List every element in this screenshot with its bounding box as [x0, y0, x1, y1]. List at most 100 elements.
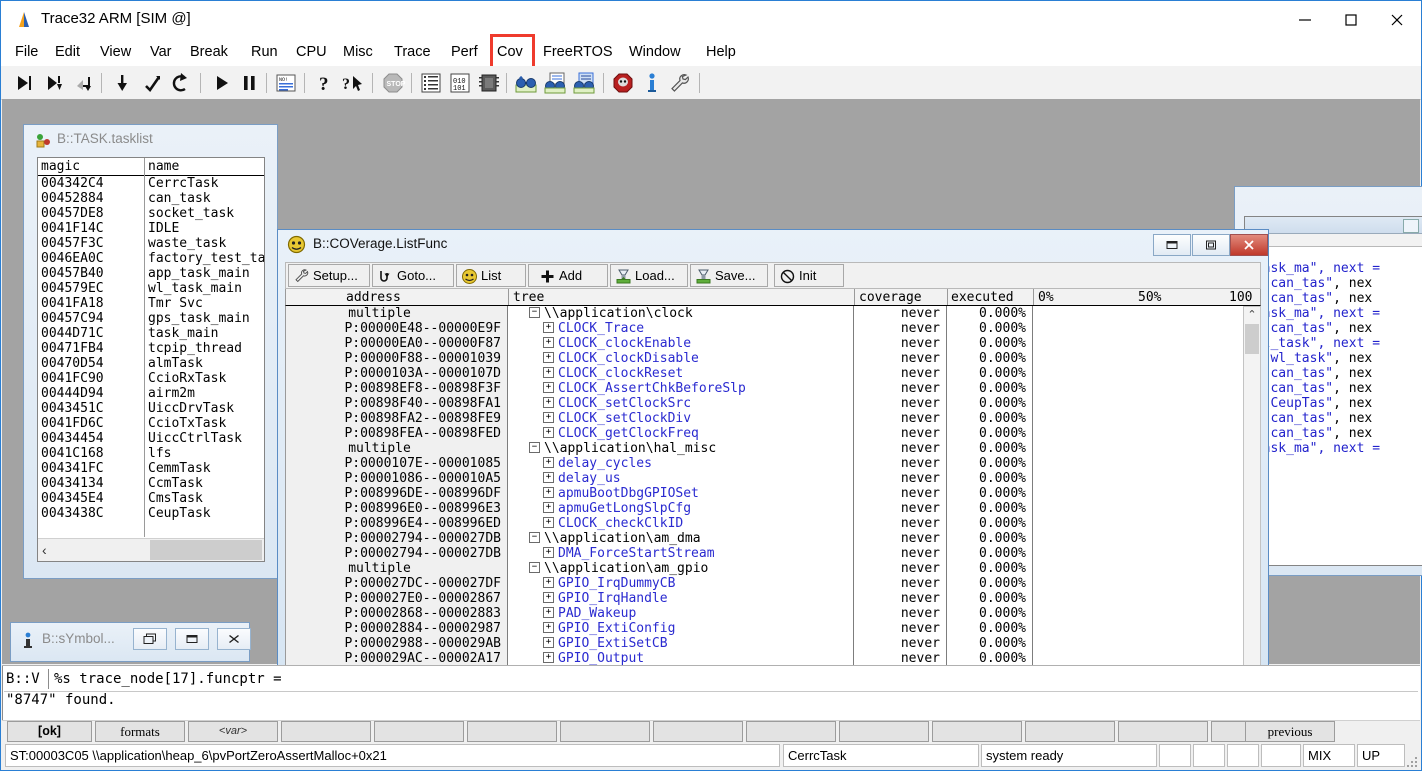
menu-trace[interactable]: Trace: [387, 39, 438, 66]
tree-row[interactable]: + GPIO_ExtiConfig: [509, 621, 853, 636]
menu-perf[interactable]: Perf: [444, 39, 485, 66]
expand-expander-icon[interactable]: +: [543, 322, 554, 333]
tree-row[interactable]: + CLOCK_getClockFreq: [509, 426, 853, 441]
break-icon[interactable]: [610, 70, 636, 96]
fnkey-4[interactable]: [281, 721, 371, 742]
tree-row[interactable]: − \\application\clock: [509, 306, 853, 321]
table-row[interactable]: 0044D71C task_main: [38, 326, 264, 341]
table-row[interactable]: 00452884 can_task: [38, 191, 264, 206]
tree-row[interactable]: + DMA_ForceStartStream: [509, 546, 853, 561]
coverage-restore-button[interactable]: [1192, 234, 1230, 256]
table-row[interactable]: 00457F3C waste_task: [38, 236, 264, 251]
tree-row[interactable]: + delay_cycles: [509, 456, 853, 471]
collapse-expander-icon[interactable]: −: [529, 442, 540, 453]
tasklist-horizontal-scrollbar[interactable]: ‹: [38, 538, 264, 561]
fnkey-9[interactable]: [746, 721, 836, 742]
table-row[interactable]: 00470D54 almTask: [38, 356, 264, 371]
menu-misc[interactable]: Misc: [336, 39, 380, 66]
collapse-expander-icon[interactable]: −: [529, 532, 540, 543]
expand-expander-icon[interactable]: +: [543, 352, 554, 363]
tree-row[interactable]: + delay_us: [509, 471, 853, 486]
table-row[interactable]: 00444D94 airm2m: [38, 386, 264, 401]
tree-row[interactable]: + GPIO_IrqHandle: [509, 591, 853, 606]
tree-row[interactable]: + CLOCK_setClockSrc: [509, 396, 853, 411]
tree-row[interactable]: + PAD_Wakeup: [509, 606, 853, 621]
expand-expander-icon[interactable]: +: [543, 547, 554, 558]
column-header-coverage[interactable]: coverage: [859, 290, 922, 305]
init-button[interactable]: Init: [774, 264, 844, 287]
fnkey-ok[interactable]: [ok]: [7, 721, 92, 742]
scroll-left-icon[interactable]: ‹: [42, 542, 47, 558]
fnkey-7[interactable]: [560, 721, 650, 742]
step-down-icon[interactable]: [109, 70, 135, 96]
scrollbar-thumb[interactable]: [150, 540, 262, 560]
expand-expander-icon[interactable]: +: [543, 412, 554, 423]
symbol-restore-button[interactable]: [133, 628, 167, 650]
fnkey-10[interactable]: [839, 721, 929, 742]
list-source-icon[interactable]: NO!: [273, 70, 299, 96]
coverage-listfunc-window[interactable]: B::COVerage.ListFunc Setup... Goto... Li…: [277, 229, 1269, 714]
expand-expander-icon[interactable]: +: [543, 637, 554, 648]
settings-wrench-icon[interactable]: [667, 70, 693, 96]
fnkey-var[interactable]: <var>: [188, 721, 278, 742]
step-return-icon[interactable]: [139, 70, 165, 96]
symbol-minimize-button[interactable]: [175, 628, 209, 650]
window-resize-grip-icon[interactable]: [1407, 756, 1418, 767]
run-icon[interactable]: [208, 70, 234, 96]
table-row[interactable]: 0041FC90 CcioRxTask: [38, 371, 264, 386]
list-registers-icon[interactable]: [418, 70, 444, 96]
menu-cov[interactable]: Cov: [490, 39, 530, 66]
collapse-expander-icon[interactable]: −: [529, 562, 540, 573]
expand-expander-icon[interactable]: +: [543, 427, 554, 438]
column-header-executed[interactable]: executed: [951, 290, 1014, 305]
goto-button[interactable]: Goto...: [372, 264, 454, 287]
cpu-chip-icon[interactable]: [476, 70, 502, 96]
tree-row[interactable]: + apmuGetLongSlpCfg: [509, 501, 853, 516]
tree-row[interactable]: − \\application\hal_misc: [509, 441, 853, 456]
table-row[interactable]: 0041FD6C CcioTxTask: [38, 416, 264, 431]
expand-expander-icon[interactable]: +: [543, 487, 554, 498]
maximize-button[interactable]: [1328, 1, 1374, 39]
menu-run[interactable]: Run: [244, 39, 285, 66]
symbol-close-button[interactable]: [217, 628, 251, 650]
fnkey-13[interactable]: [1118, 721, 1208, 742]
menu-help[interactable]: Help: [699, 39, 743, 66]
tree-row[interactable]: + CLOCK_clockReset: [509, 366, 853, 381]
table-row[interactable]: 00457C94 gps_task_main: [38, 311, 264, 326]
menu-file[interactable]: File: [8, 39, 45, 66]
tree-row[interactable]: + CLOCK_clockEnable: [509, 336, 853, 351]
table-row[interactable]: 0043451C UiccDrvTask: [38, 401, 264, 416]
tree-row[interactable]: − \\application\am_gpio: [509, 561, 853, 576]
info-icon[interactable]: [639, 70, 665, 96]
fnkey-5[interactable]: [374, 721, 464, 742]
minimize-button[interactable]: [1282, 1, 1328, 39]
fnkey-11[interactable]: [932, 721, 1022, 742]
coverage-load-icon[interactable]: [571, 70, 597, 96]
column-header-tree[interactable]: tree: [513, 290, 544, 305]
coverage-add-icon[interactable]: [513, 70, 539, 96]
menu-view[interactable]: View: [93, 39, 138, 66]
table-row[interactable]: 00471FB4 tcpip_thread: [38, 341, 264, 356]
tree-row[interactable]: + GPIO_Output: [509, 651, 853, 666]
pause-icon[interactable]: [236, 70, 262, 96]
menu-var[interactable]: Var: [143, 39, 179, 66]
table-row[interactable]: 0041FA18 Tmr Svc: [38, 296, 264, 311]
help-icon[interactable]: ?: [311, 70, 337, 96]
fnkey-12[interactable]: [1025, 721, 1115, 742]
column-header-address[interactable]: address: [346, 290, 401, 305]
command-input-value[interactable]: %s trace_node[17].funcptr =: [54, 671, 282, 687]
expand-expander-icon[interactable]: +: [543, 382, 554, 393]
expand-expander-icon[interactable]: +: [543, 337, 554, 348]
tree-row[interactable]: + GPIO_ExtiSetCB: [509, 636, 853, 651]
expand-expander-icon[interactable]: +: [543, 622, 554, 633]
table-row[interactable]: 00434454 UiccCtrlTask: [38, 431, 264, 446]
coverage-list-icon[interactable]: [542, 70, 568, 96]
expand-expander-icon[interactable]: +: [543, 592, 554, 603]
menu-freertos[interactable]: FreeRTOS: [536, 39, 620, 66]
fnkey-previous[interactable]: previous: [1245, 721, 1335, 742]
expand-expander-icon[interactable]: +: [543, 502, 554, 513]
expand-expander-icon[interactable]: +: [543, 367, 554, 378]
coverage-title-bar[interactable]: B::COVerage.ListFunc: [277, 229, 1269, 261]
step-over-icon[interactable]: [11, 70, 37, 96]
context-help-icon[interactable]: ?: [339, 70, 365, 96]
